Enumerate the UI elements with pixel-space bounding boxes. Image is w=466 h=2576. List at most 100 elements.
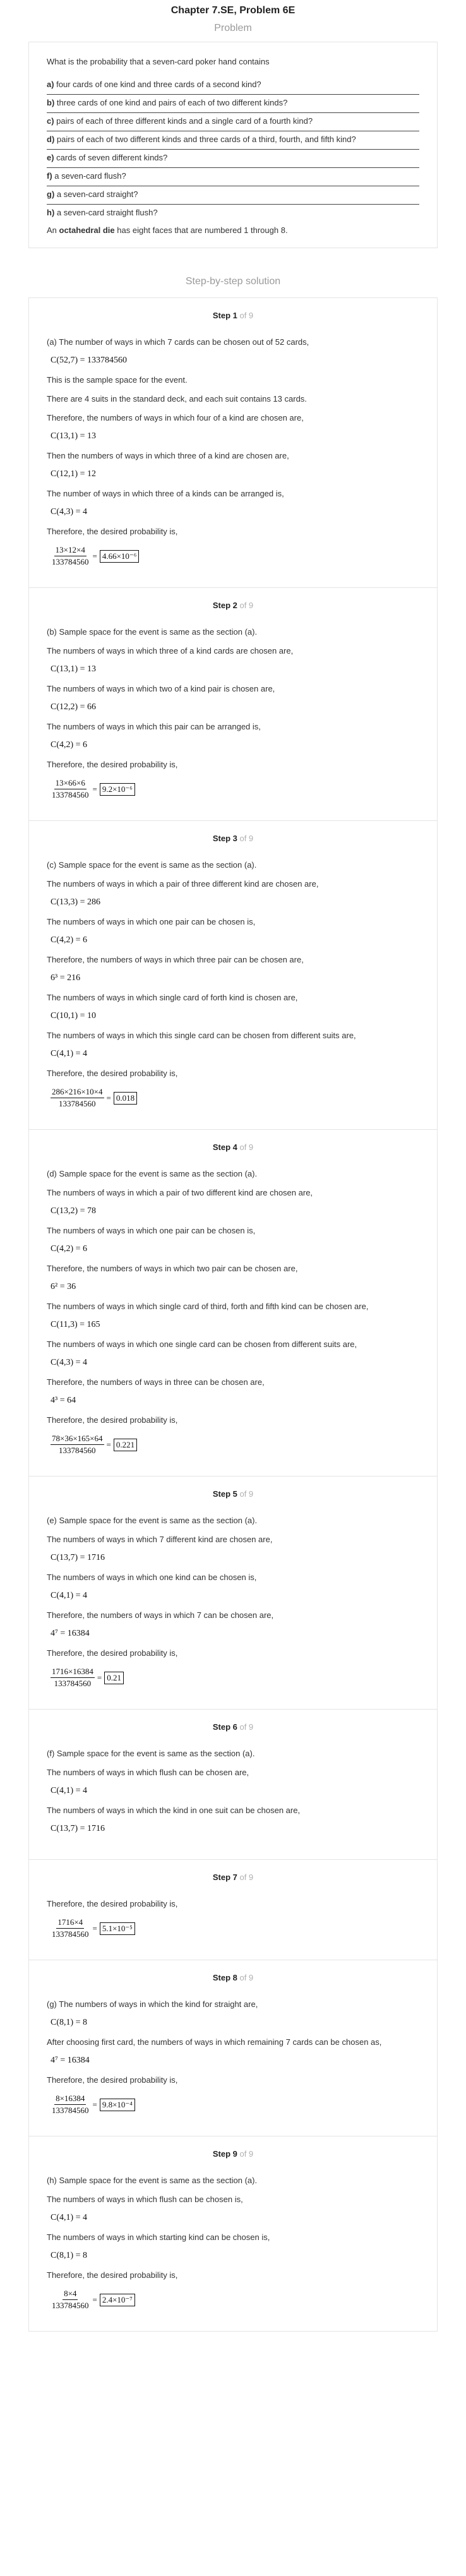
chapter-title: Chapter 7.SE, Problem 6E: [170, 5, 296, 16]
step-number: Step 2: [212, 601, 237, 610]
step-text: (f) Sample space for the event is same a…: [47, 1749, 255, 1758]
math-expression: 6³ = 216: [51, 973, 81, 983]
step-total: of 9: [237, 1142, 254, 1152]
step-text: Therefore, the numbers of ways in which …: [47, 413, 304, 422]
fraction-denominator: 133784560: [52, 2301, 89, 2310]
fraction: 8×16384 133784560: [51, 2094, 90, 2116]
step-text: The numbers of ways in which flush can b…: [47, 1768, 249, 1777]
step-text: Therefore, the desired probability is,: [47, 2075, 178, 2085]
fraction-denominator: 133784560: [52, 1929, 89, 1939]
solution-step: Step 8 of 9 (g) The numbers of ways in wh…: [28, 1960, 438, 2136]
step-text: Therefore, the desired probability is,: [47, 2270, 178, 2280]
equals-sign: =: [106, 1439, 111, 1449]
step-title: Step 4 of 9: [47, 1142, 419, 1152]
math-expression: 4⁷ = 16384: [51, 1629, 90, 1638]
equals-sign: =: [92, 2099, 97, 2109]
step-number: Step 6: [212, 1722, 237, 1732]
step-text: Therefore, the desired probability is,: [47, 1069, 178, 1078]
step-title: Step 7 of 9: [47, 1872, 419, 1882]
problem-item-letter: g): [47, 189, 55, 199]
step-text: The numbers of ways in which three of a …: [47, 646, 294, 656]
step-text: Therefore, the desired probability is,: [47, 1648, 178, 1658]
boxed-answer: 9.2×10⁻⁶: [99, 782, 135, 796]
step-text: (c) Sample space for the event is same a…: [47, 860, 257, 870]
solution-step: Step 4 of 9 (d) Sample space for the even…: [28, 1130, 438, 1477]
step-number: Step 1: [212, 311, 237, 320]
step-text: The numbers of ways in which a pair of t…: [47, 879, 319, 889]
math-expression: C(13,7) = 1716: [51, 1824, 105, 1833]
boxed-answer: 0.21: [104, 1671, 124, 1684]
fraction: 13×66×6 133784560: [51, 778, 90, 800]
math-expression: 6² = 36: [51, 1282, 76, 1291]
problem-box: What is the probability that a seven-car…: [28, 42, 438, 248]
equals-sign: =: [106, 1093, 111, 1103]
problem-item-text: a seven-card straight flush?: [54, 208, 158, 217]
fraction: 1716×4 133784560: [51, 1917, 90, 1939]
problem-item-letter: h): [47, 208, 55, 217]
step-text: (a) The number of ways in which 7 cards …: [47, 337, 309, 347]
fraction: 78×36×165×64 133784560: [51, 1434, 104, 1456]
step-number: Step 8: [212, 1973, 237, 1982]
step-total: of 9: [237, 834, 254, 843]
problem-item-text: four cards of one kind and three cards o…: [54, 80, 261, 89]
math-expression: C(13,2) = 78: [51, 1206, 97, 1216]
probability-result: 1716×16384 133784560 = 0.21: [51, 1667, 419, 1689]
probability-result: 13×66×6 133784560 = 9.2×10⁻⁶: [51, 778, 419, 800]
step-text: Therefore, the desired probability is,: [47, 1899, 178, 1908]
step-title: Step 8 of 9: [47, 1973, 419, 1982]
step-text: The numbers of ways in which one single …: [47, 1339, 357, 1349]
step-text: This is the sample space for the event.: [47, 375, 188, 385]
math-expression: C(4,2) = 6: [51, 1244, 88, 1254]
fraction-denominator: 133784560: [54, 1679, 92, 1688]
step-text: Therefore, the numbers of ways in which …: [47, 1610, 274, 1620]
step-total: of 9: [237, 311, 254, 320]
step-text: The numbers of ways in which single card…: [47, 993, 298, 1002]
probability-result: 78×36×165×64 133784560 = 0.221: [51, 1434, 419, 1456]
solution-step: Step 9 of 9 (h) Sample space for the even…: [28, 2136, 438, 2332]
step-text: Therefore, the desired probability is,: [47, 1415, 178, 1425]
math-expression: C(11,3) = 165: [51, 1320, 100, 1329]
math-expression: C(12,2) = 66: [51, 702, 97, 712]
step-total: of 9: [237, 601, 254, 610]
math-expression: C(4,1) = 4: [51, 1786, 88, 1795]
step-text: The numbers of ways in which two of a ki…: [47, 684, 275, 693]
problem-heading: Problem: [214, 23, 252, 33]
step-text: After choosing first card, the numbers o…: [47, 2037, 382, 2047]
boxed-answer: 4.66×10⁻⁶: [99, 549, 140, 563]
step-total: of 9: [237, 1872, 254, 1882]
step-text: (h) Sample space for the event is same a…: [47, 2176, 258, 2185]
fraction-denominator: 133784560: [59, 1099, 96, 1108]
solution-step: Step 7 of 9 Therefore, the desired probab…: [28, 1860, 438, 1960]
fraction-denominator: 133784560: [52, 2106, 89, 2115]
problem-item-letter: e): [47, 153, 54, 162]
problem-item: g) a seven-card straight?: [47, 186, 419, 205]
step-text: The numbers of ways in which starting ki…: [47, 2232, 270, 2242]
step-text: The numbers of ways in which 7 different…: [47, 1535, 273, 1544]
problem-item: c) pairs of each of three different kind…: [47, 113, 419, 131]
fraction-numerator: 13×12×4: [54, 545, 87, 556]
step-text: Then the numbers of ways in which three …: [47, 451, 289, 460]
step-number: Step 9: [212, 2149, 237, 2159]
math-expression: C(4,1) = 4: [51, 2213, 88, 2222]
step-text: The numbers of ways in which the kind in…: [47, 1806, 301, 1815]
solution-step: Step 5 of 9 (e) Sample space for the even…: [28, 1477, 438, 1710]
problem-item-text: a seven-card flush?: [52, 171, 126, 181]
step-text: The numbers of ways in which a pair of t…: [47, 1188, 313, 1197]
math-expression: C(8,1) = 8: [51, 2251, 88, 2260]
probability-result: 13×12×4 133784560 = 4.66×10⁻⁶: [51, 545, 419, 567]
step-text: The numbers of ways in which this single…: [47, 1031, 356, 1040]
fraction-numerator: 78×36×165×64: [51, 1434, 104, 1445]
solution-steps: Step 1 of 9 (a) The number of ways in whi…: [28, 297, 438, 2332]
step-text: There are 4 suits in the standard deck, …: [47, 394, 307, 404]
problem-item-text: three cards of one kind and pairs of eac…: [54, 98, 288, 107]
math-expression: C(10,1) = 10: [51, 1011, 97, 1021]
step-number: Step 4: [212, 1142, 237, 1152]
boxed-answer: 5.1×10⁻⁵: [99, 1922, 135, 1935]
boxed-answer: 9.8×10⁻⁴: [99, 2098, 135, 2111]
math-expression: C(8,1) = 8: [51, 2018, 88, 2027]
step-text: Therefore, the desired probability is,: [47, 527, 178, 536]
fraction-numerator: 1716×16384: [51, 1667, 95, 1678]
fraction: 8×4 133784560: [51, 2289, 90, 2311]
step-text: (g) The numbers of ways in which the kin…: [47, 1999, 258, 2009]
octahedral-note-post: has eight faces that are numbered 1 thro…: [114, 225, 288, 235]
